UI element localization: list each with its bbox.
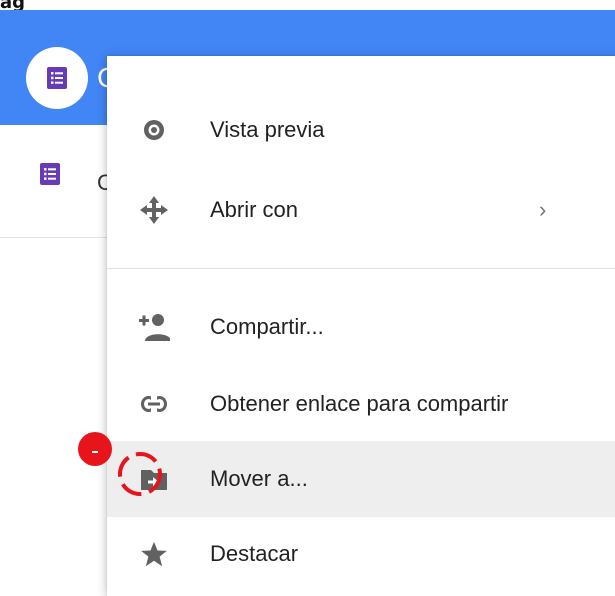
menu-item-label: Mover a... <box>210 466 308 491</box>
move-arrows-icon <box>137 193 171 227</box>
chevron-right-icon: › <box>539 197 547 222</box>
annotation-circle <box>118 452 162 496</box>
menu-item-destacar[interactable]: Destacar <box>107 516 615 592</box>
menu-item-label: Destacar <box>210 541 299 566</box>
menu-item-abrir-con[interactable]: Abrir con › <box>107 172 615 248</box>
menu-item-label: Abrir con <box>210 197 299 222</box>
link-icon <box>137 387 171 421</box>
menu-item-label: Obtener enlace para compartir <box>210 391 509 416</box>
star-icon <box>137 537 171 571</box>
annotation-marker <box>78 432 112 466</box>
menu-item-obtener-enlace[interactable]: Obtener enlace para compartir <box>107 366 615 442</box>
menu-item-label: Vista previa <box>210 117 325 142</box>
menu-item-compartir[interactable]: Compartir... <box>107 289 615 365</box>
google-forms-icon <box>40 163 60 185</box>
eye-icon <box>137 113 171 147</box>
menu-item-vista-previa[interactable]: Vista previa <box>107 92 615 168</box>
menu-item-mover-a[interactable]: Mover a... <box>107 441 615 517</box>
menu-item-label: Compartir... <box>210 314 324 339</box>
file-avatar <box>26 47 88 109</box>
person-add-icon <box>137 310 171 344</box>
menu-divider <box>107 268 615 269</box>
google-forms-icon <box>47 67 67 89</box>
context-menu: Vista previa Abrir con › Compartir... Ob… <box>107 56 615 596</box>
